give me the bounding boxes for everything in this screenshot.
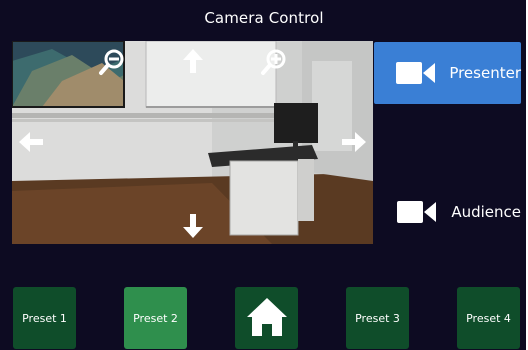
presenter-camera-button[interactable]: Presenter — [374, 42, 521, 104]
preset-1-label: Preset 1 — [22, 311, 67, 325]
camera-feed[interactable] — [12, 41, 373, 244]
arrow-down-icon[interactable] — [182, 213, 204, 239]
preset-2-label: Preset 2 — [133, 311, 178, 325]
camera-control-screen: Camera Control Presenter Audience Preset… — [0, 0, 526, 350]
arrow-left-icon[interactable] — [18, 131, 44, 153]
arrow-up-icon[interactable] — [182, 48, 204, 74]
preset-2-button[interactable]: Preset 2 — [124, 287, 187, 349]
preset-3-button[interactable]: Preset 3 — [346, 287, 409, 349]
zoom-out-icon[interactable] — [97, 47, 127, 77]
preset-4-button[interactable]: Preset 4 — [457, 287, 520, 349]
arrow-right-icon[interactable] — [341, 131, 367, 153]
presenter-label: Presenter — [449, 64, 521, 82]
home-icon — [245, 295, 289, 342]
preset-1-button[interactable]: Preset 1 — [13, 287, 76, 349]
home-button[interactable] — [235, 287, 298, 349]
zoom-in-icon[interactable] — [259, 47, 289, 77]
audience-camera-button[interactable]: Audience — [374, 181, 521, 243]
page-title: Camera Control — [204, 9, 324, 27]
preset-4-label: Preset 4 — [466, 311, 511, 325]
preset-3-label: Preset 3 — [355, 311, 400, 325]
audience-label: Audience — [451, 203, 521, 221]
video-camera-icon — [388, 61, 443, 85]
video-camera-icon — [388, 200, 445, 224]
